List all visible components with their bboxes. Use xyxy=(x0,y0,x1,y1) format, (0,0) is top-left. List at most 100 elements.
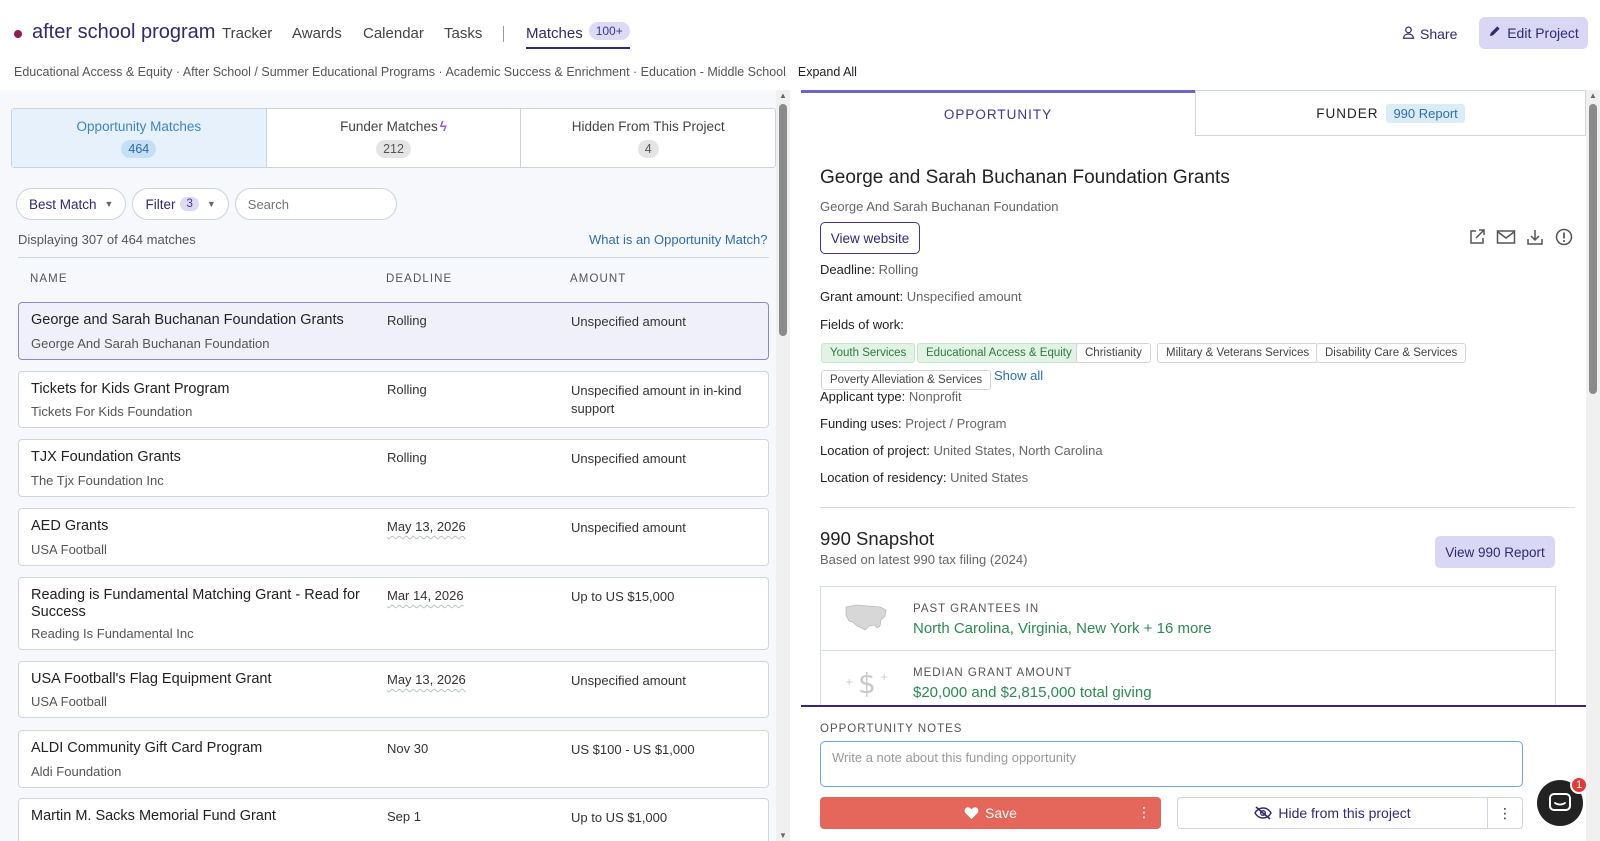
show-all-link[interactable]: Show all xyxy=(994,368,1043,383)
sort-dropdown[interactable]: Best Match ▼ xyxy=(16,188,127,220)
tab-count-badge: 212 xyxy=(376,139,411,158)
tab-label: Opportunity Matches xyxy=(76,118,202,134)
tab-funder[interactable]: FUNDER 990 Report xyxy=(1195,90,1586,136)
save-label: Save xyxy=(985,805,1017,821)
download-icon[interactable] xyxy=(1520,228,1549,246)
table-row[interactable]: Martin M. Sacks Memorial Fund Grant Sep … xyxy=(18,798,769,841)
filter-count-badge: 3 xyxy=(180,197,199,211)
nav-tracker[interactable]: Tracker xyxy=(222,25,272,42)
us-map-icon xyxy=(843,601,889,638)
opportunity-name: Tickets for Kids Grant Program xyxy=(31,381,230,397)
fields-of-work-label: Fields of work: xyxy=(820,317,904,332)
field-label: Location of residency: xyxy=(820,470,947,485)
opportunity-deadline: May 13, 2026 xyxy=(387,519,466,534)
opportunity-funder: USA Football xyxy=(31,542,107,557)
email-icon[interactable] xyxy=(1491,228,1520,246)
field-tag[interactable]: Disability Care & Services xyxy=(1316,343,1467,363)
opportunity-name: USA Football's Flag Equipment Grant xyxy=(31,671,272,687)
what-is-opportunity-match-link[interactable]: What is an Opportunity Match? xyxy=(589,232,767,247)
share-label: Share xyxy=(1420,26,1458,42)
hide-label: Hide from this project xyxy=(1278,805,1411,821)
tab-opportunity[interactable]: OPPORTUNITY xyxy=(801,90,1195,136)
left-scrollbar[interactable]: ▲ ▼ xyxy=(776,90,790,841)
scrollbar-thumb[interactable] xyxy=(779,104,787,336)
opportunity-funder: The Tjx Foundation Inc xyxy=(31,473,164,488)
view-990-report-button[interactable]: View 990 Report xyxy=(1435,536,1555,568)
caret-down-icon: ▼ xyxy=(104,199,114,209)
field-tag[interactable]: Christianity xyxy=(1076,343,1151,363)
field-tag[interactable]: Poverty Alleviation & Services xyxy=(821,370,992,390)
opportunity-amount: Up to US $15,000 xyxy=(571,589,675,604)
expand-all-link[interactable]: Expand All xyxy=(798,65,857,79)
field-value: United States, North Carolina xyxy=(933,443,1103,458)
divider xyxy=(18,257,769,258)
opportunity-name: TJX Foundation Grants xyxy=(31,449,181,465)
hide-from-project-button: Hide from this project ⋮ xyxy=(1177,797,1523,829)
field-tag[interactable]: Military & Veterans Services xyxy=(1157,343,1319,363)
nav-tasks[interactable]: Tasks xyxy=(444,25,482,42)
user-icon xyxy=(1402,26,1420,42)
column-header-deadline[interactable]: DEADLINE xyxy=(386,273,452,285)
tab-hidden-from-project[interactable]: Hidden From This Project 4 xyxy=(521,109,775,167)
tab-label: OPPORTUNITY xyxy=(943,107,1053,122)
nav-matches[interactable]: Matches 100+ xyxy=(526,22,630,49)
breadcrumb-text: Educational Access & Equity · After Scho… xyxy=(14,65,786,79)
snapshot-value[interactable]: North Carolina, Virginia, New York + 16 … xyxy=(913,620,1212,637)
sort-label: Best Match xyxy=(29,196,97,212)
notes-input[interactable] xyxy=(820,741,1523,787)
filter-dropdown[interactable]: Filter 3 ▼ xyxy=(132,188,229,220)
breadcrumb: Educational Access & Equity · After Scho… xyxy=(14,65,857,79)
save-button[interactable]: Save ⋮ xyxy=(820,797,1161,829)
tab-label-wrap: Funder Matches ϟ xyxy=(340,119,447,134)
field-tag[interactable]: Educational Access & Equity xyxy=(917,343,1081,363)
share-button[interactable]: Share xyxy=(1402,26,1457,42)
search-input[interactable] xyxy=(235,189,396,219)
scroll-up-icon[interactable]: ▲ xyxy=(779,91,787,100)
external-link-icon[interactable] xyxy=(1462,228,1491,246)
field-label: Deadline: xyxy=(820,262,875,277)
table-row[interactable]: AED Grants USA Football May 13, 2026 Uns… xyxy=(18,508,769,566)
location-of-project-field: Location of project: United States, Nort… xyxy=(820,443,1103,458)
opportunity-actions xyxy=(1462,228,1578,246)
field-value: Unspecified amount xyxy=(906,289,1022,304)
report-issue-icon[interactable] xyxy=(1549,228,1578,246)
table-row[interactable]: Reading is Fundamental Matching Grant - … xyxy=(18,577,769,650)
field-tag[interactable]: Youth Services xyxy=(821,343,916,363)
table-row[interactable]: Tickets for Kids Grant Program Tickets F… xyxy=(18,371,769,428)
table-row[interactable]: USA Football's Flag Equipment Grant USA … xyxy=(18,661,769,718)
column-header-amount[interactable]: AMOUNT xyxy=(570,273,626,285)
opportunity-amount: Unspecified amount xyxy=(571,314,686,329)
past-grantees-item: PAST GRANTEES IN North Carolina, Virgini… xyxy=(821,587,1555,651)
field-label: Applicant type: xyxy=(820,389,906,404)
field-value: United States xyxy=(950,470,1029,485)
column-header-name[interactable]: NAME xyxy=(30,273,68,285)
tab-opportunity-matches[interactable]: Opportunity Matches 464 xyxy=(12,109,267,167)
scroll-up-icon[interactable]: ▲ xyxy=(1589,91,1597,100)
more-options-icon[interactable]: ⋮ xyxy=(1137,804,1151,821)
field-value: Nonprofit xyxy=(908,389,962,404)
notes-label: OPPORTUNITY NOTES xyxy=(820,723,963,735)
eye-slash-icon xyxy=(1254,806,1273,820)
field-value: Rolling xyxy=(878,262,919,277)
view-website-button[interactable]: View website xyxy=(820,222,920,254)
edit-project-button[interactable]: Edit Project xyxy=(1479,17,1588,49)
nav-divider xyxy=(503,26,504,42)
nav-calendar[interactable]: Calendar xyxy=(363,25,424,42)
tab-label: Hidden From This Project xyxy=(571,118,725,134)
opportunity-funder-name[interactable]: George And Sarah Buchanan Foundation xyxy=(820,199,1059,214)
right-scrollbar[interactable]: ▲ xyxy=(1586,90,1600,841)
opportunity-name: AED Grants xyxy=(31,518,109,534)
hide-from-project-action[interactable]: Hide from this project xyxy=(1178,798,1488,828)
scroll-down-icon[interactable]: ▼ xyxy=(779,831,787,840)
field-value: Project / Program xyxy=(905,416,1007,431)
table-row[interactable]: TJX Foundation Grants The Tjx Foundation… xyxy=(18,439,769,497)
tab-funder-matches[interactable]: Funder Matches ϟ 212 xyxy=(267,109,522,167)
project-title[interactable]: after school program xyxy=(32,21,215,44)
nav-awards[interactable]: Awards xyxy=(292,25,342,42)
scrollbar-thumb[interactable] xyxy=(1589,104,1597,394)
opportunity-name: ALDI Community Gift Card Program xyxy=(31,740,263,756)
more-options-icon[interactable]: ⋮ xyxy=(1488,798,1522,828)
opportunity-deadline: Sep 1 xyxy=(387,809,421,824)
table-row[interactable]: ALDI Community Gift Card Program Aldi Fo… xyxy=(18,730,769,788)
table-row[interactable]: George and Sarah Buchanan Foundation Gra… xyxy=(18,302,769,360)
